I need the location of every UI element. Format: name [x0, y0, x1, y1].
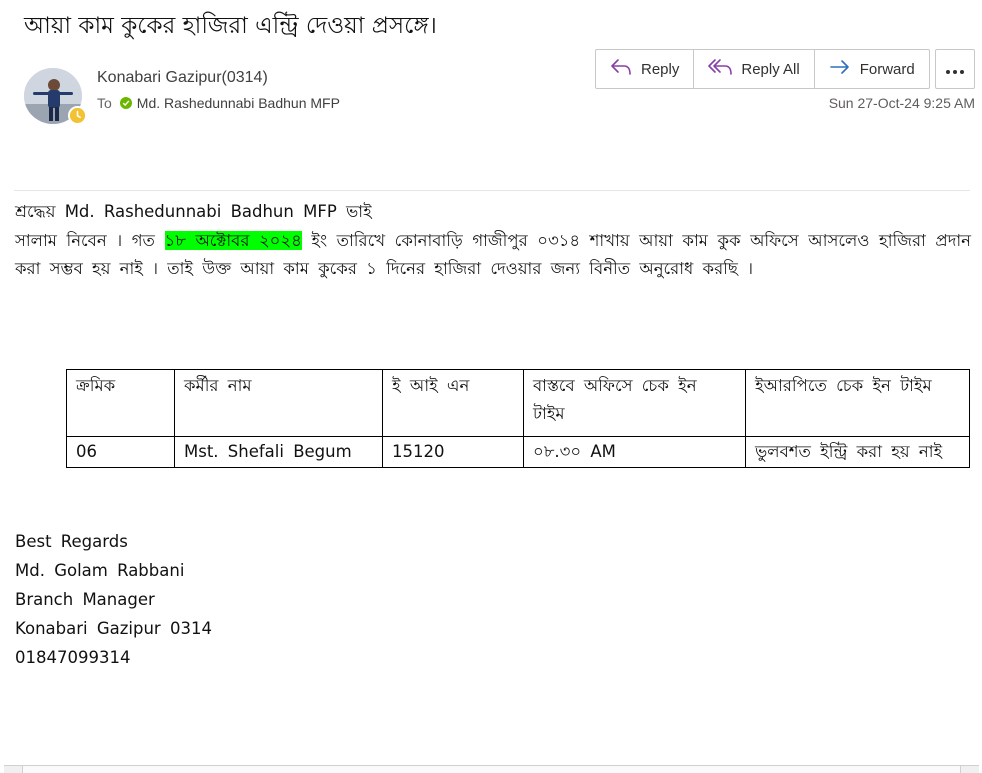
verified-check-icon [119, 97, 132, 109]
reply-all-button[interactable]: Reply All [694, 50, 815, 88]
signature-title: Branch Manager [15, 590, 155, 609]
forward-button[interactable]: Forward [815, 50, 929, 88]
email-body: শ্রদ্ধেয় Md. Rashedunnabi Badhun MFP ভা… [15, 198, 971, 284]
email-action-bar: Reply Reply All Forward [595, 49, 930, 89]
column-header: ক্রমিক [66, 369, 175, 437]
table-cell: ০৮.৩০ AM [523, 436, 746, 468]
table-cell: Mst. Shefali Begum [174, 436, 383, 468]
table-row: 06 Mst. Shefali Begum 15120 ০৮.৩০ AM ভুল… [66, 436, 970, 468]
reply-all-icon [708, 58, 733, 80]
reply-label: Reply [641, 60, 680, 78]
more-dots-icon [945, 60, 965, 79]
column-header: কর্মীর নাম [174, 369, 383, 437]
sent-date: Sun 27-Oct-24 9:25 AM [828, 95, 975, 111]
reply-icon [610, 58, 632, 80]
body-paragraph: সালাম নিবেন । গত ১৮ অক্টোবর ২০২৪ ইং তারি… [15, 227, 971, 284]
email-signature: Best Regards Md. Golam Rabbani Branch Ma… [15, 527, 212, 672]
header-divider [14, 190, 970, 191]
signature-branch: Konabari Gazipur 0314 [15, 619, 212, 638]
email-subject: আয়া কাম কুকের হাজিরা এন্ট্রি দেওয়া প্র… [24, 13, 437, 39]
table-cell: 06 [66, 436, 175, 468]
sender-name[interactable]: Konabari Gazipur(0314) [97, 69, 268, 87]
to-label: To [97, 95, 112, 111]
forward-label: Forward [859, 60, 915, 78]
more-actions-button[interactable] [935, 49, 975, 89]
presence-away-icon [68, 106, 87, 125]
table-header-row: ক্রমিক কর্মীর নাম ই আই এন বাস্তবে অফিসে … [66, 369, 970, 437]
column-header: বাস্তবে অফিসে চেক ইন টাইম [523, 369, 746, 437]
signature-closing: Best Regards [15, 532, 128, 551]
column-header: ই আই এন [382, 369, 524, 437]
column-header: ইআরপিতে চেক ইন টাইম [745, 369, 970, 437]
recipient-row: To Md. Rashedunnabi Badhun MFP [97, 95, 340, 111]
greeting: শ্রদ্ধেয় Md. Rashedunnabi Badhun MFP ভা… [15, 202, 372, 221]
signature-phone: 01847099314 [15, 648, 131, 667]
attendance-table: ক্রমিক কর্মীর নাম ই আই এন বাস্তবে অফিসে … [66, 369, 970, 468]
signature-name: Md. Golam Rabbani [15, 561, 185, 580]
reply-all-label: Reply All [741, 60, 800, 78]
recipient-name[interactable]: Md. Rashedunnabi Badhun MFP [137, 95, 340, 111]
forward-arrow-icon [829, 58, 851, 80]
table-cell: 15120 [382, 436, 524, 468]
table-cell: ভুলবশত ইন্ট্রি করা হয় নাই [745, 436, 970, 468]
highlighted-date: ১৮ অক্টোবর ২০২৪ [164, 230, 302, 250]
paragraph-start: সালাম নিবেন । গত [15, 230, 165, 250]
reply-button[interactable]: Reply [596, 50, 695, 88]
